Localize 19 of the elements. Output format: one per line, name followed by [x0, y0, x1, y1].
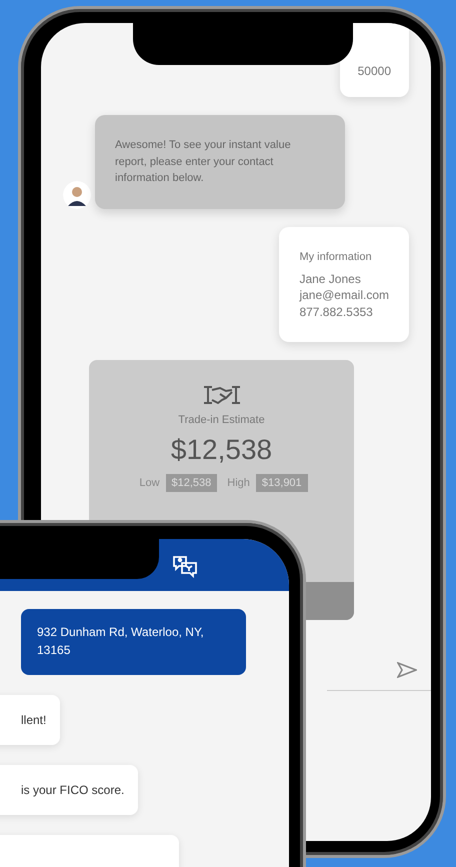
message-text: 50000 [358, 63, 391, 80]
avatar-icon [63, 180, 91, 209]
estimate-value: $12,538 [170, 434, 272, 466]
message-text: Jane Jones [299, 271, 362, 288]
message-text: llent! [21, 712, 46, 729]
low-value: $12,538 [166, 474, 218, 492]
message-text: 932 Dunham Rd, Waterloo, NY, 13165 [37, 624, 205, 659]
message-text: Awesome! To see your instant value report, please enter your contact information below. [115, 138, 292, 186]
handshake-icon [202, 384, 242, 406]
send-icon[interactable] [397, 662, 417, 678]
message-text: jane@email.com [299, 287, 389, 304]
high-label: High [227, 476, 250, 489]
high-value: $13,901 [256, 474, 308, 492]
chat-bubbles-icon[interactable] [172, 555, 198, 579]
bubble-title: My information [299, 250, 373, 265]
low-label: Low [139, 476, 160, 489]
estimate-title: Trade-in Estimate [178, 414, 265, 426]
message-text: is your FICO score. [21, 782, 124, 799]
message-text: 877.882.5353 [299, 304, 374, 320]
